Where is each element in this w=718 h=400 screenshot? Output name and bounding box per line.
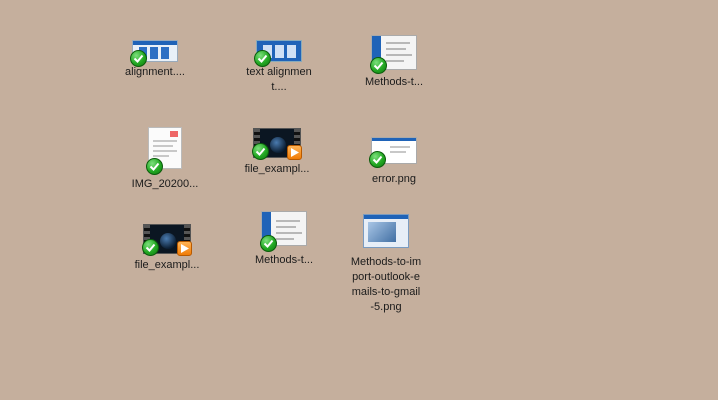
icon-label: text alignment....	[246, 66, 312, 93]
sync-check-icon	[146, 158, 163, 175]
desktop-icon-methods-outlook[interactable]: Methods-to-import-outlook-emails-to-gmai…	[338, 214, 434, 315]
video-thumbnail	[142, 224, 192, 256]
image-thumbnail	[369, 137, 417, 168]
desktop-icon-methods-2[interactable]: Methods-t...	[236, 211, 332, 268]
icon-label: IMG_20200...	[131, 178, 199, 190]
desktop-icon-video-2[interactable]: file_exampl...	[119, 224, 215, 273]
icon-label: error.png	[371, 173, 417, 185]
sync-check-icon	[260, 235, 277, 252]
image-thumbnail	[260, 211, 307, 252]
icon-label: alignment....	[125, 66, 185, 78]
sync-check-icon	[252, 143, 269, 160]
desktop[interactable]: alignment.... text alignment.... Methods…	[0, 0, 718, 400]
desktop-icon-alignment[interactable]: alignment....	[107, 40, 203, 80]
desktop-icon-text-alignment[interactable]: text alignment....	[231, 40, 327, 95]
desktop-icon-error[interactable]: error.png	[346, 137, 442, 187]
play-icon	[177, 241, 192, 256]
image-thumbnail	[254, 40, 302, 67]
sync-check-icon	[254, 50, 271, 67]
desktop-icon-methods-1[interactable]: Methods-t...	[346, 35, 442, 90]
sync-check-icon	[130, 50, 147, 67]
sync-check-icon	[142, 239, 159, 256]
icon-label: Methods-t...	[254, 254, 314, 266]
image-thumbnail	[363, 214, 409, 248]
icon-label: Methods-t...	[364, 76, 424, 88]
desktop-icon-video-1[interactable]: file_exampl...	[229, 128, 325, 177]
icon-label: file_exampl...	[244, 163, 310, 175]
desktop-icon-img[interactable]: IMG_20200...	[117, 127, 213, 192]
image-thumbnail	[146, 127, 182, 175]
icon-label: file_exampl...	[134, 259, 200, 271]
play-icon	[287, 145, 302, 160]
sync-check-icon	[370, 57, 387, 74]
video-thumbnail	[252, 128, 302, 160]
icon-label: Methods-to-import-outlook-emails-to-gmai…	[350, 256, 422, 313]
image-thumbnail	[130, 40, 178, 67]
image-thumbnail	[370, 35, 417, 74]
sync-check-icon	[369, 151, 386, 168]
